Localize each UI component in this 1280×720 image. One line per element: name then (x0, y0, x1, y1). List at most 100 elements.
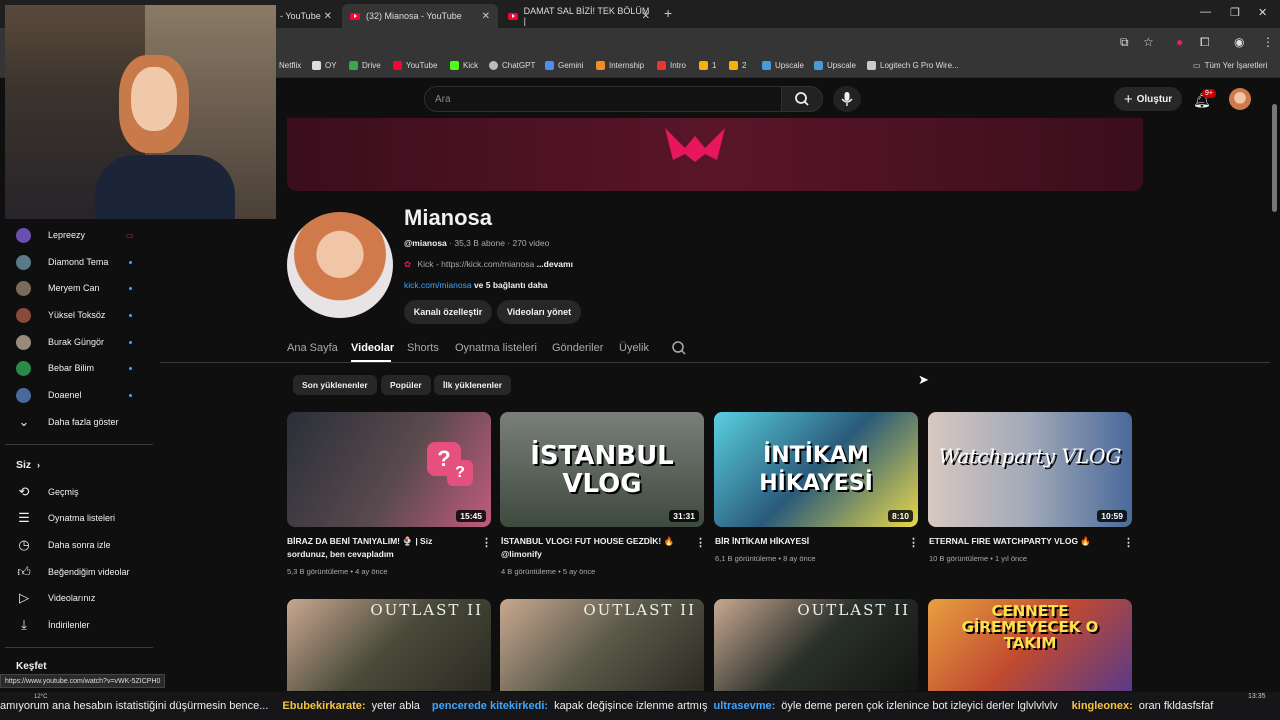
bookmark-item[interactable]: OY (312, 61, 337, 70)
video-title[interactable]: ETERNAL FIRE WATCHPARTY VLOG 🔥 (929, 535, 1109, 548)
thumbnail-text: İSTANBUL VLOG (530, 441, 674, 499)
tab-videos[interactable]: Videolar (351, 342, 394, 354)
create-button[interactable]: + Oluştur (1114, 87, 1182, 111)
tab-playlists[interactable]: Oynatma listeleri (455, 342, 537, 354)
video-title[interactable]: BİRAZ DA BENİ TANIYALIM! 🍨 | Siz sordunuz… (287, 535, 467, 561)
upscale-icon (814, 61, 823, 70)
sidebar-sub-bebar-bilim[interactable]: Bebar Bilim (0, 355, 153, 381)
video-thumbnail[interactable]: ? ? 15:45 (287, 412, 491, 527)
customize-channel-button[interactable]: Kanalı özelleştir (404, 300, 492, 324)
chip-oldest[interactable]: İlk yüklenenler (434, 375, 512, 395)
more-vert-icon[interactable]: ⋮ (695, 536, 706, 549)
minimize-icon[interactable]: — (1200, 6, 1211, 18)
close-icon[interactable]: ✕ (642, 11, 650, 22)
bookmark-item[interactable]: Kick (450, 61, 478, 70)
video-thumbnail[interactable]: İSTANBUL VLOG 31:31 (500, 412, 704, 527)
sidebar-sub-diamond-tema[interactable]: Diamond Tema (0, 249, 153, 275)
cast-icon[interactable]: ⧉ (1120, 35, 1129, 50)
all-bookmarks[interactable]: ▭ Tüm Yer İşaretleri (1193, 61, 1267, 70)
kick-link[interactable]: kick.com/mianosa (404, 280, 472, 290)
manage-videos-button[interactable]: Videoları yönet (497, 300, 581, 324)
sidebar-divider (5, 647, 153, 648)
question-icon: ? (447, 460, 473, 486)
tab-home[interactable]: Ana Sayfa (287, 342, 338, 354)
bookmark-item[interactable]: Internship (596, 61, 644, 70)
video-title[interactable]: BİR İNTİKAM HİKAYESİ (715, 535, 895, 548)
sidebar-sub-yuksel-toksoz[interactable]: Yüksel Toksöz (0, 302, 153, 328)
window-close-icon[interactable]: ✕ (1258, 6, 1267, 19)
close-icon[interactable]: ✕ (324, 11, 332, 22)
sidebar-sub-meryem-can[interactable]: Meryem Can (0, 275, 153, 301)
browser-tab[interactable]: DAMAT SAL BİZİ! TEK BÖLÜM | ✕ (500, 4, 658, 28)
sidebar-item-watch-later[interactable]: ◷ Daha sonra izle (0, 532, 153, 558)
profile-icon[interactable]: ◉ (1234, 35, 1244, 49)
sidebar-item-history[interactable]: ⟲ Geçmiş (0, 479, 153, 505)
bookmark-label: OY (325, 61, 337, 70)
bookmark-icon (312, 61, 321, 70)
voice-search-button[interactable] (833, 86, 861, 112)
ticker-username: ultrasevme: (713, 700, 776, 712)
close-icon[interactable]: ✕ (482, 11, 490, 22)
bookmark-item[interactable]: Netflix (279, 61, 301, 70)
video-title[interactable]: İSTANBUL VLOG! FUT HOUSE GEZDİK! 🔥 @limon… (501, 535, 681, 561)
video-thumbnail[interactable]: OUTLAST II (500, 599, 704, 691)
upscale-icon (762, 61, 771, 70)
bookmark-item[interactable]: Upscale (814, 61, 856, 70)
browser-tab-active[interactable]: (32) Mianosa - YouTube ✕ (342, 4, 498, 28)
intro-icon (657, 61, 666, 70)
bookmark-item[interactable]: 2 (729, 61, 746, 70)
bookmark-item[interactable]: Gemini (545, 61, 583, 70)
video-thumbnail[interactable]: OUTLAST II (287, 599, 491, 691)
tab-membership[interactable]: Üyelik (619, 342, 649, 354)
sidebar-sub-doaenel[interactable]: Doaenel (0, 382, 153, 408)
scrollbar-thumb[interactable] (1272, 104, 1277, 212)
bookmark-item[interactable]: ChatGPT (489, 61, 535, 70)
bookmark-item[interactable]: Upscale (762, 61, 804, 70)
bookmark-label: YouTube (406, 61, 438, 70)
sidebar-item-playlists[interactable]: ☰ Oynatma listeleri (0, 505, 153, 531)
video-meta: 5,3 B görüntüleme • 4 ay önce (287, 567, 388, 576)
more-vert-icon[interactable]: ⋮ (1123, 536, 1134, 549)
more-links[interactable]: ve 5 bağlantı daha (474, 280, 548, 290)
extension-icon[interactable]: ● (1176, 35, 1183, 49)
chevron-right-icon: › (37, 460, 40, 470)
video-thumbnail[interactable]: Watchparty VLOG 10:59 (928, 412, 1132, 527)
extensions-puzzle-icon[interactable]: ⧠ (1200, 35, 1210, 50)
sidebar-show-more[interactable]: ⌄ Daha fazla göster (0, 409, 153, 435)
search-button[interactable] (781, 86, 823, 112)
chip-popular[interactable]: Popüler (381, 375, 431, 395)
account-avatar[interactable] (1229, 88, 1251, 110)
video-thumbnail[interactable]: OUTLAST II (714, 599, 918, 691)
channel-search-icon[interactable] (671, 340, 687, 361)
video-thumbnail[interactable]: İNTİKAM HİKAYESİ 8:10 (714, 412, 918, 527)
video-thumbnail[interactable]: CENNETE GİREMEYECEK O TAKIM (928, 599, 1132, 691)
sidebar-sub-lepreezy[interactable]: Lepreezy ▭ (0, 222, 153, 248)
new-tab-icon[interactable]: + (664, 5, 672, 21)
sidebar-item-your-videos[interactable]: ▷ Videolarınız (0, 585, 153, 611)
video-title-line: BİR İNTİKAM HİKAYESİ (715, 536, 810, 546)
sidebar-item-label: Burak Güngör (48, 337, 105, 347)
sidebar-sub-burak-gungor[interactable]: Burak Güngör (0, 329, 153, 355)
tab-posts[interactable]: Gönderiler (552, 342, 603, 354)
more-vert-icon[interactable]: ⋮ (481, 536, 492, 549)
menu-dots-icon[interactable]: ⋮ (1262, 35, 1274, 49)
sidebar-item-downloads[interactable]: ⤓ İndirilenler (0, 612, 153, 638)
browser-tab[interactable]: - YouTube ✕ (272, 4, 340, 28)
sidebar-you-header[interactable]: Siz › (0, 452, 153, 478)
bookmark-label: Internship (609, 61, 645, 70)
bookmark-item[interactable]: Drive (349, 61, 381, 70)
channel-avatar[interactable] (287, 212, 393, 318)
chip-latest[interactable]: Son yüklenenler (293, 375, 377, 395)
more-vert-icon[interactable]: ⋮ (908, 536, 919, 549)
bookmark-item[interactable]: Logitech G Pro Wire... (867, 61, 959, 70)
search-input[interactable]: Ara (424, 86, 782, 112)
tab-shorts[interactable]: Shorts (407, 342, 439, 354)
bookmark-star-icon[interactable]: ☆ (1143, 35, 1154, 49)
bookmark-item[interactable]: Intro (657, 61, 686, 70)
more-link[interactable]: ...devamı (537, 259, 573, 269)
sidebar-item-liked[interactable]: 👍︎ Beğendiğim videolar (0, 559, 153, 585)
bookmark-item[interactable]: 1 (699, 61, 716, 70)
bookmark-item[interactable]: YouTube (393, 61, 437, 70)
channel-description[interactable]: ✿ Kick - https://kick.com/mianosa ...dev… (404, 259, 573, 270)
maximize-icon[interactable]: ❐ (1230, 6, 1240, 19)
